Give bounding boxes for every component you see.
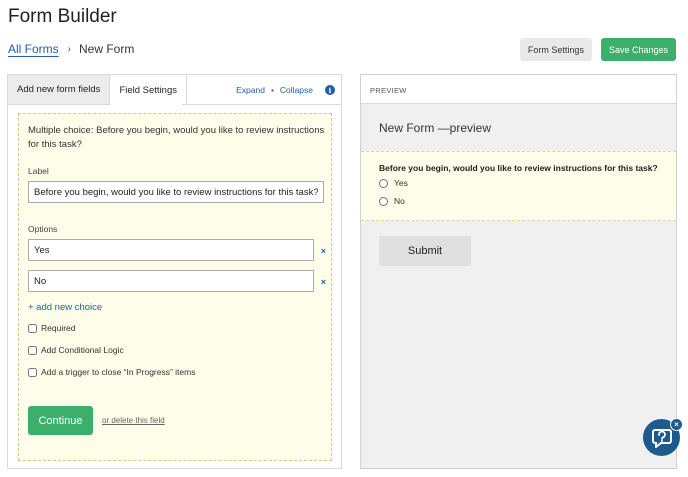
editor-panel: Add new form fields Field Settings Expan… — [7, 74, 342, 469]
preview-choice-label: No — [394, 196, 405, 206]
delete-field-link[interactable]: or delete this field — [102, 416, 165, 425]
separator-dot: • — [270, 85, 274, 95]
preview-header: PREVIEW — [361, 75, 676, 104]
preview-radio-no[interactable] — [379, 196, 388, 206]
required-label: Required — [41, 323, 76, 333]
breadcrumb-current: New Form — [79, 42, 135, 56]
continue-button[interactable]: Continue — [28, 406, 93, 435]
header-actions: Form Settings Save Changes — [519, 38, 676, 61]
chevron-right-icon: › — [67, 43, 72, 55]
label-input[interactable] — [28, 181, 324, 203]
preview-submit-button[interactable]: Submit — [379, 236, 471, 266]
preview-title: New Form —preview — [379, 121, 492, 135]
save-changes-button[interactable]: Save Changes — [600, 38, 676, 61]
close-trigger-checkbox[interactable] — [28, 367, 37, 377]
preview-panel: PREVIEW New Form —preview Before you beg… — [360, 74, 677, 469]
add-new-choice-link[interactable]: + add new choice — [28, 302, 102, 313]
field-heading: Multiple choice: Before you begin, would… — [28, 125, 325, 150]
tab-field-settings[interactable]: Field Settings — [110, 75, 187, 105]
conditional-logic-checkbox[interactable] — [28, 345, 37, 355]
option-input-yes[interactable] — [28, 239, 314, 261]
label-caption: Label — [28, 166, 49, 176]
form-settings-button[interactable]: Form Settings — [519, 38, 592, 61]
breadcrumb: All Forms › New Form — [8, 42, 134, 56]
tab-add-new-form-fields[interactable]: Add new form fields — [8, 75, 111, 105]
remove-option-no-icon[interactable]: × — [321, 277, 326, 287]
chat-help-icon — [651, 428, 672, 448]
required-checkbox[interactable] — [28, 323, 37, 333]
conditional-logic-checkbox-row[interactable]: Add Conditional Logic — [28, 345, 124, 355]
close-trigger-checkbox-row[interactable]: Add a trigger to close “In Progress” ite… — [28, 367, 195, 377]
collapse-link[interactable]: Collapse — [280, 85, 313, 95]
tab-divider — [182, 104, 341, 105]
info-icon[interactable]: i — [325, 85, 335, 95]
remove-option-yes-icon[interactable]: × — [321, 246, 326, 256]
breadcrumb-all-forms-link[interactable]: All Forms — [8, 42, 59, 56]
required-checkbox-row[interactable]: Required — [28, 323, 76, 333]
expand-link[interactable]: Expand — [236, 85, 265, 95]
preview-choice-yes[interactable]: Yes — [379, 178, 408, 188]
editor-tabs: Add new form fields Field Settings — [8, 75, 187, 105]
preview-choice-no[interactable]: No — [379, 196, 405, 206]
preview-question-box[interactable]: Before you begin, would you like to revi… — [361, 151, 676, 221]
close-trigger-label: Add a trigger to close “In Progress” ite… — [41, 367, 196, 377]
preview-question: Before you begin, would you like to revi… — [379, 163, 658, 173]
conditional-logic-label: Add Conditional Logic — [41, 345, 124, 355]
close-help-icon[interactable]: × — [670, 418, 683, 431]
expand-collapse-controls: Expand • Collapse i — [236, 85, 335, 95]
field-settings-box: Multiple choice: Before you begin, would… — [18, 113, 332, 461]
page-title: Form Builder — [8, 6, 117, 27]
options-caption: Options — [28, 224, 58, 234]
preview-radio-yes[interactable] — [379, 178, 388, 188]
option-input-no[interactable] — [28, 270, 314, 292]
preview-choice-label: Yes — [394, 178, 408, 188]
